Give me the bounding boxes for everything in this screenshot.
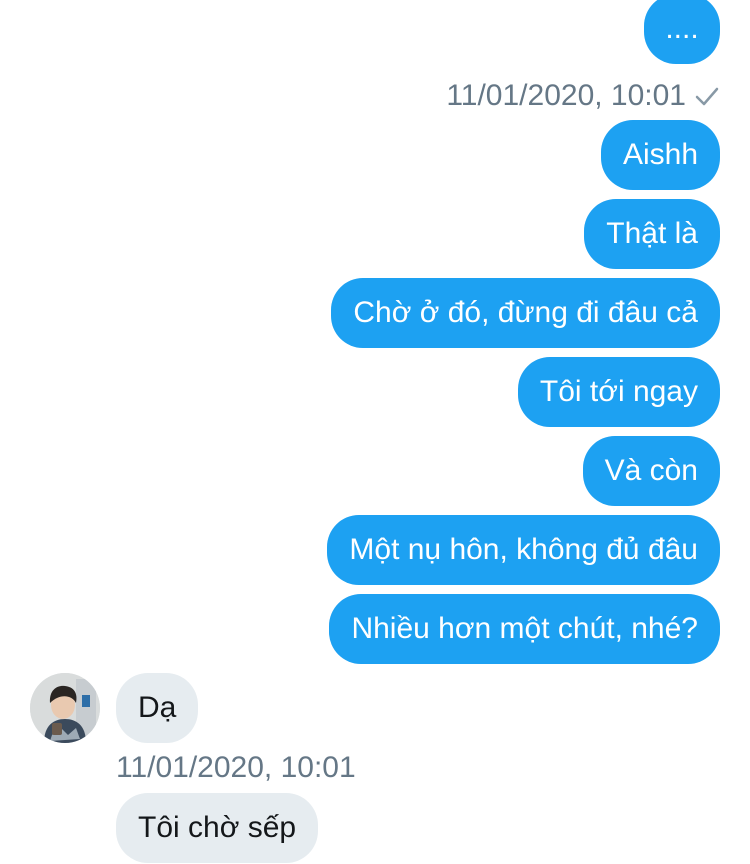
outgoing-message[interactable]: Nhiều hơn một chút, nhé?: [329, 594, 720, 664]
outgoing-timestamp: 11/01/2020, 10:01: [446, 76, 720, 116]
incoming-message[interactable]: Dạ: [116, 673, 199, 743]
outgoing-message[interactable]: Aishh: [600, 120, 720, 190]
outgoing-message[interactable]: Và còn: [582, 436, 720, 506]
timestamp-text: 11/01/2020, 10:01: [446, 79, 686, 112]
outgoing-message[interactable]: Một nụ hôn, không đủ đâu: [327, 515, 720, 585]
incoming-message[interactable]: Tôi chờ sếp: [116, 793, 319, 863]
checkmark-icon: [695, 87, 719, 106]
outgoing-message[interactable]: Tôi tới ngay: [517, 357, 720, 427]
incoming-timestamp: 11/01/2020, 10:01: [116, 751, 356, 784]
outgoing-message[interactable]: ....: [644, 0, 720, 64]
outgoing-message[interactable]: Thật là: [584, 199, 720, 269]
outgoing-message[interactable]: Chờ ở đó, đừng đi đâu cả: [331, 278, 720, 348]
contact-avatar[interactable]: [30, 673, 100, 743]
contact-avatar-image: [30, 673, 100, 743]
